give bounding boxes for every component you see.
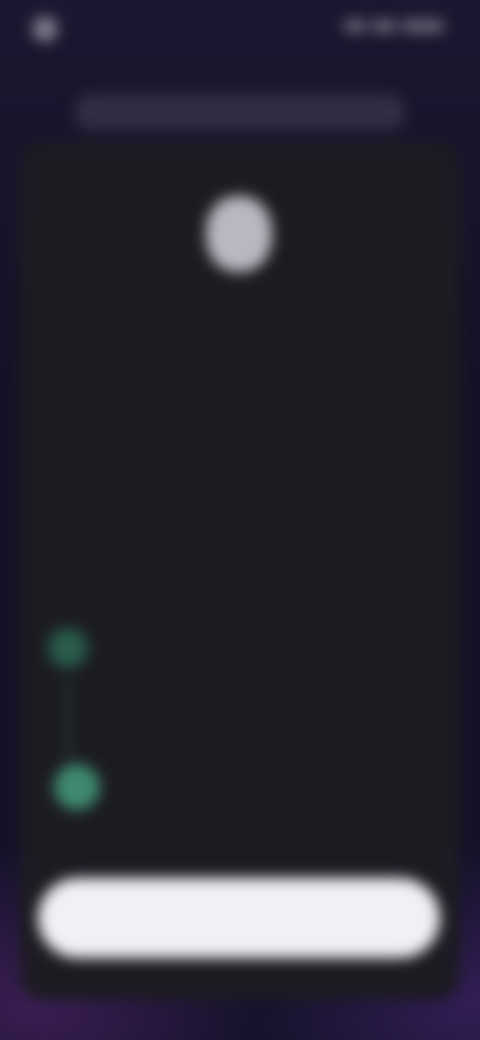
signal-icon (344, 20, 366, 32)
list-item (48, 628, 428, 668)
screen (0, 0, 480, 1040)
primary-button[interactable] (38, 878, 440, 958)
top-pill[interactable] (74, 94, 406, 130)
check-icon (54, 764, 100, 810)
status-right (344, 20, 450, 32)
list-item (54, 764, 404, 810)
blurred-content (0, 0, 480, 1040)
app-icon (32, 16, 58, 42)
battery-icon (402, 20, 444, 32)
step-connector (66, 680, 70, 762)
status-bar (0, 0, 480, 60)
wifi-icon (372, 20, 396, 32)
card-icon (206, 196, 272, 272)
check-icon (48, 628, 88, 668)
status-left (32, 16, 68, 42)
